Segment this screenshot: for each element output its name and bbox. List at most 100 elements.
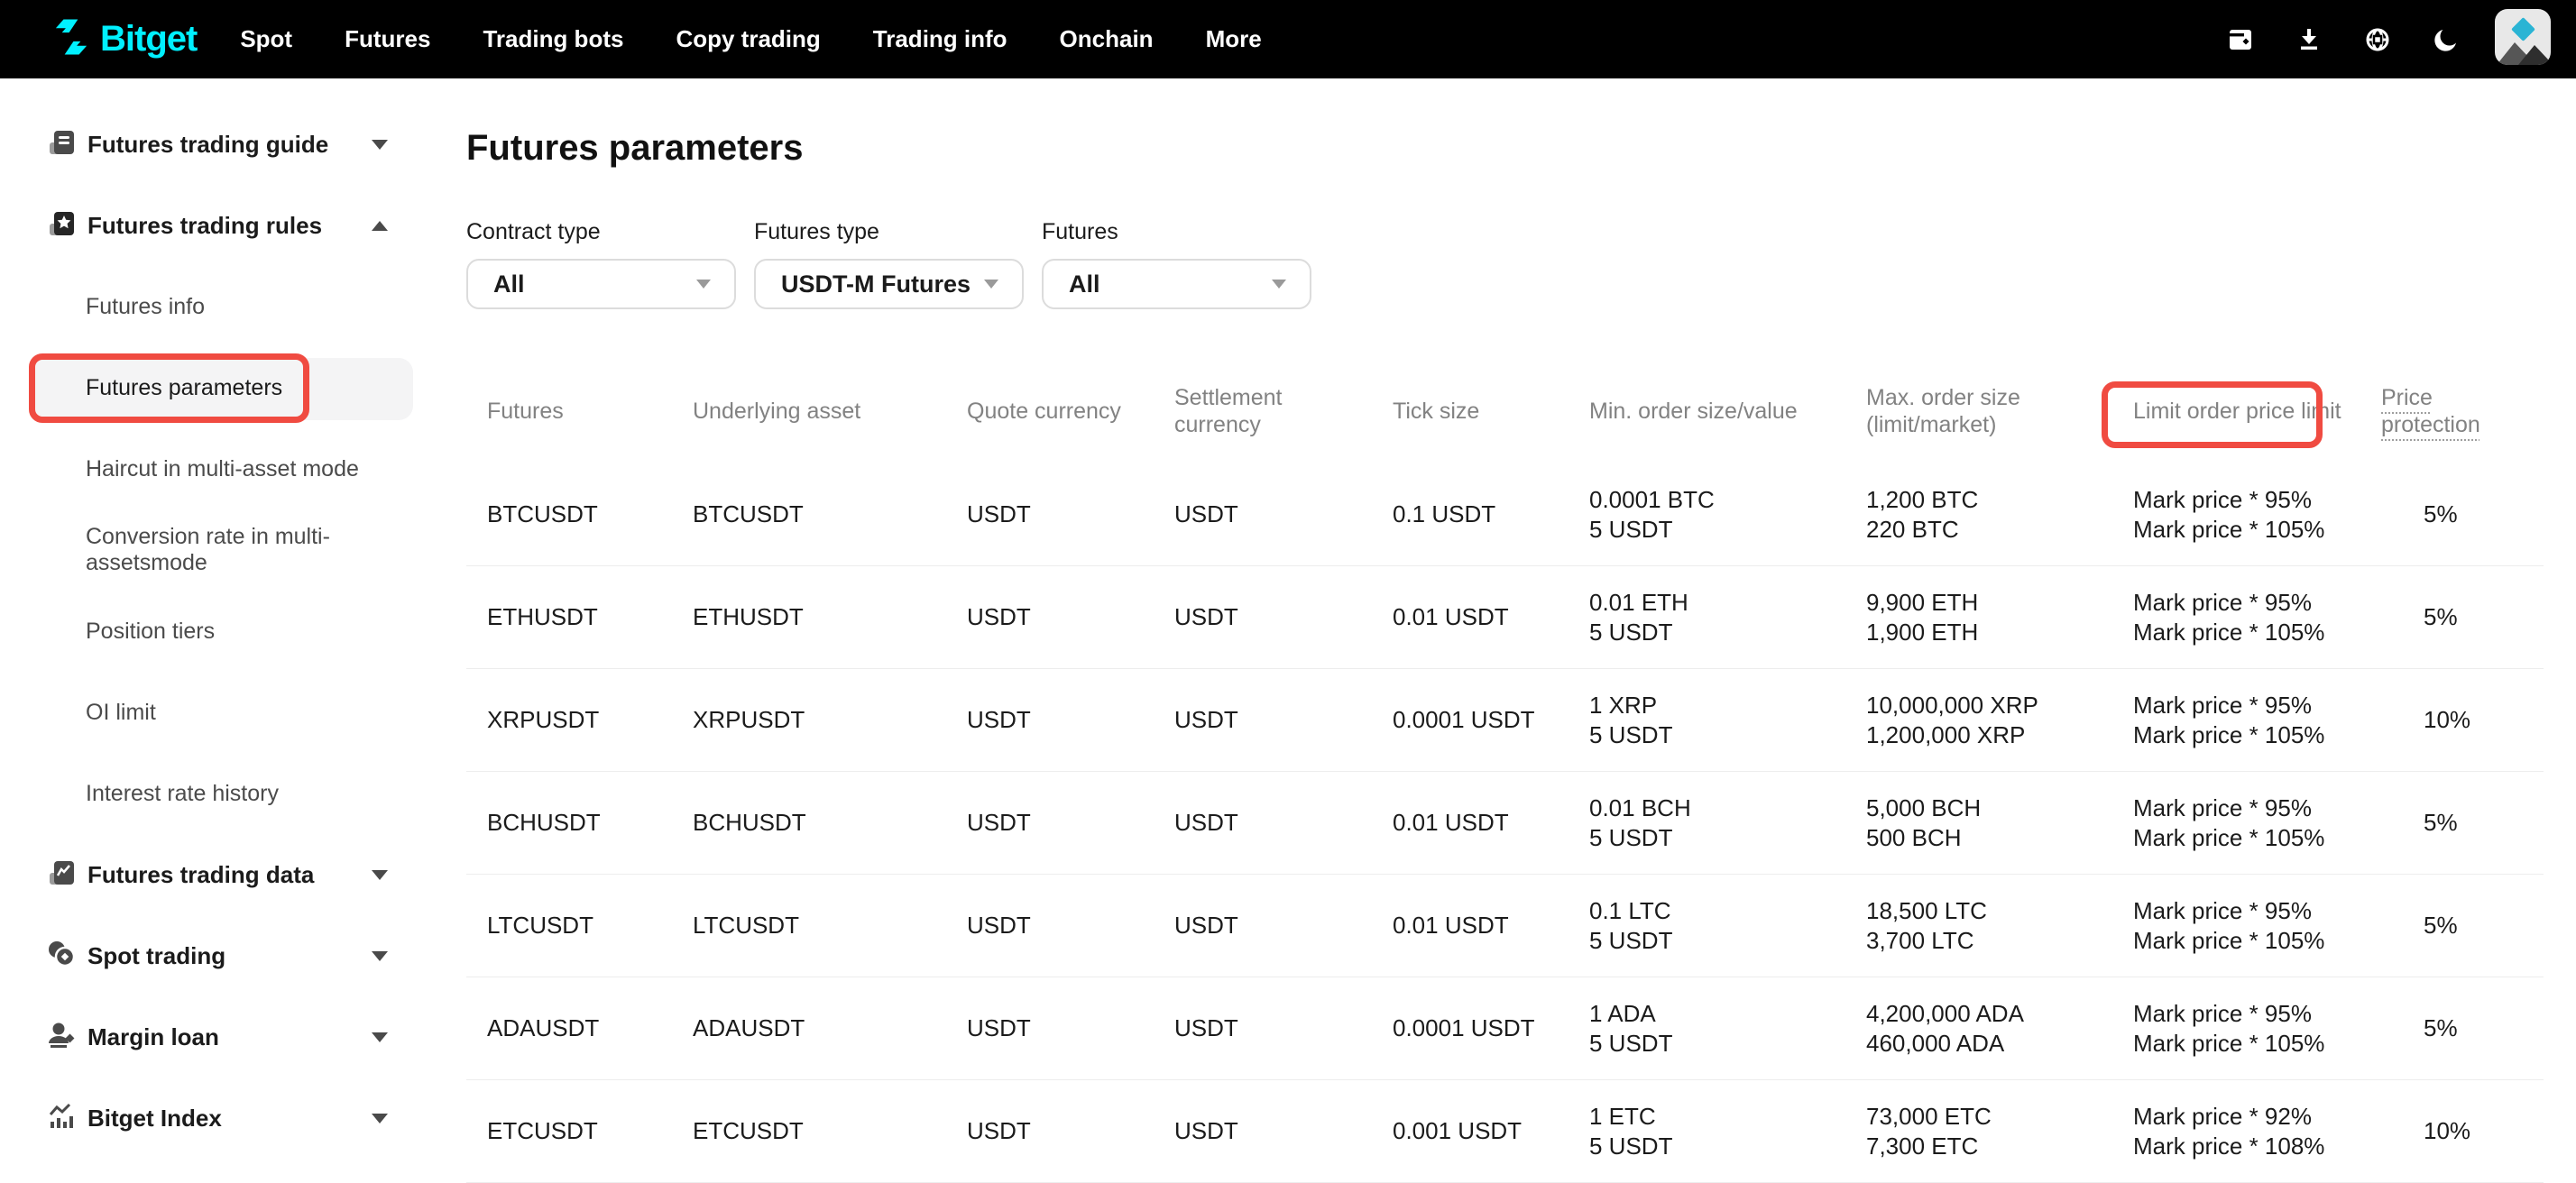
cell-max-order: 4,200,000 ADA460,000 ADA [1866,999,2133,1059]
sidebar-item-label: Futures trading guide [87,131,328,159]
cell-max-order: 10,000,000 XRP1,200,000 XRP [1866,691,2133,750]
cell-tick: 0.001 USDT [1393,1116,1589,1146]
col-header-settlement-currency: Settlement currency [1174,384,1337,438]
table-row: XRPUSDT XRPUSDT USDT USDT 0.0001 USDT 1 … [466,669,2544,772]
cell-tick: 0.0001 USDT [1393,705,1589,735]
cell-min-order: 0.01 BCH5 USDT [1589,793,1866,853]
cell-limit-price: Mark price * 95%Mark price * 105% [2133,691,2381,750]
sidebar-item-label: OI limit [86,700,156,726]
cell-protection: 5% [2381,500,2544,529]
caret-down-icon [984,280,998,289]
cell-limit-price: Mark price * 95%Mark price * 105% [2133,999,2381,1059]
sidebar-item-label: Margin loan [87,1023,219,1051]
cell-underlying: BCHUSDT [693,808,967,838]
futures-type-select[interactable]: USDT-M Futures [754,259,1024,309]
cell-protection: 5% [2381,602,2544,632]
cell-tick: 0.01 USDT [1393,602,1589,632]
cell-settlement: USDT [1174,500,1393,529]
col-header-quote-currency: Quote currency [967,398,1174,425]
nav-item-copy-trading[interactable]: Copy trading [676,25,820,53]
caret-down-icon [696,280,711,289]
moon-icon[interactable] [2432,25,2461,54]
table-row: ADAUSDT ADAUSDT USDT USDT 0.0001 USDT 1 … [466,977,2544,1080]
nav-item-trading-info[interactable]: Trading info [873,25,1007,53]
sidebar-item-label: Futures trading rules [87,212,322,240]
col-header-limit-order-price-limit: Limit order price limit [2133,398,2381,425]
table-row: BTCUSDT BTCUSDT USDT USDT 0.1 USDT 0.000… [466,463,2544,566]
cell-quote: USDT [967,911,1174,940]
filter-label: Futures [1042,219,1311,244]
caret-down-icon [1272,280,1286,289]
col-header-min-order-size: Min. order size/value [1589,398,1866,425]
cell-min-order: 1 XRP5 USDT [1589,691,1866,750]
table-row: ETHUSDT ETHUSDT USDT USDT 0.01 USDT 0.01… [466,566,2544,669]
cell-futures: BTCUSDT [466,500,693,529]
cell-settlement: USDT [1174,1116,1393,1146]
avatar[interactable] [2495,9,2551,69]
filter-label: Contract type [466,219,736,244]
select-value: All [1069,271,1100,298]
bitget-logo[interactable]: Bitget [51,17,197,61]
nav-item-onchain[interactable]: Onchain [1060,25,1154,53]
cell-limit-price: Mark price * 95%Mark price * 105% [2133,896,2381,956]
globe-icon[interactable] [2363,25,2392,54]
sidebar-item-label: Spot trading [87,942,225,970]
main-nav: Spot Futures Trading bots Copy trading T… [240,25,1261,53]
filter-futures-type: Futures type USDT-M Futures [754,219,1024,309]
table-body: BTCUSDT BTCUSDT USDT USDT 0.1 USDT 0.000… [466,463,2544,1183]
nav-item-more[interactable]: More [1206,25,1262,53]
cell-underlying: ETCUSDT [693,1116,967,1146]
nav-item-futures[interactable]: Futures [345,25,430,53]
cell-min-order: 1 ADA5 USDT [1589,999,1866,1059]
cell-limit-price: Mark price * 95%Mark price * 105% [2133,588,2381,647]
cell-max-order: 18,500 LTC3,700 LTC [1866,896,2133,956]
sidebar-item-label: Interest rate history [86,781,279,807]
cell-quote: USDT [967,1013,1174,1043]
col-header-price-protection[interactable]: Price protection [2381,384,2498,438]
nav-item-trading-bots[interactable]: Trading bots [483,25,623,53]
futures-select[interactable]: All [1042,259,1311,309]
col-header-futures: Futures [466,398,693,425]
sidebar-item-label: Futures parameters [86,375,282,401]
cell-settlement: USDT [1174,808,1393,838]
cell-settlement: USDT [1174,1013,1393,1043]
filters: Contract type All Futures type USDT-M Fu… [466,219,1311,309]
contract-type-select[interactable]: All [466,259,736,309]
cell-min-order: 1 ETC5 USDT [1589,1102,1866,1161]
filter-contract-type: Contract type All [466,219,736,309]
cell-quote: USDT [967,500,1174,529]
cell-settlement: USDT [1174,602,1393,632]
cell-underlying: XRPUSDT [693,705,967,735]
table-row: BCHUSDT BCHUSDT USDT USDT 0.01 USDT 0.01… [466,772,2544,875]
cell-min-order: 0.1 LTC5 USDT [1589,896,1866,956]
cell-quote: USDT [967,705,1174,735]
select-value: USDT-M Futures [781,271,971,298]
cell-futures: LTCUSDT [466,911,693,940]
cell-protection: 5% [2381,1013,2544,1043]
cell-underlying: BTCUSDT [693,500,967,529]
wallet-icon[interactable] [2226,25,2255,54]
bitget-logo-icon [51,17,91,61]
cell-quote: USDT [967,808,1174,838]
sidebar-item-label: Bitget Index [87,1105,222,1133]
cell-quote: USDT [967,1116,1174,1146]
download-icon[interactable] [2295,25,2323,54]
sidebar-item-label: Haircut in multi-asset mode [86,456,359,482]
cell-futures: ETCUSDT [466,1116,693,1146]
cell-max-order: 1,200 BTC220 BTC [1866,485,2133,545]
cell-max-order: 5,000 BCH500 BCH [1866,793,2133,853]
nav-item-spot[interactable]: Spot [240,25,292,53]
col-header-max-order-size: Max. order size (limit/market) [1866,384,2056,438]
cell-protection: 5% [2381,808,2544,838]
cell-settlement: USDT [1174,911,1393,940]
cell-futures: XRPUSDT [466,705,693,735]
sidebar-item-label: Conversion rate in multi-assetsmode [86,524,415,576]
nav-right-icons [2226,9,2551,69]
cell-underlying: LTCUSDT [693,911,967,940]
main-content: Futures parameters Contract type All Fut… [0,78,2576,1179]
cell-min-order: 0.0001 BTC5 USDT [1589,485,1866,545]
sidebar-item-label: Futures info [86,294,205,320]
select-value: All [493,271,525,298]
cell-underlying: ADAUSDT [693,1013,967,1043]
table-row: ETCUSDT ETCUSDT USDT USDT 0.001 USDT 1 E… [466,1080,2544,1183]
